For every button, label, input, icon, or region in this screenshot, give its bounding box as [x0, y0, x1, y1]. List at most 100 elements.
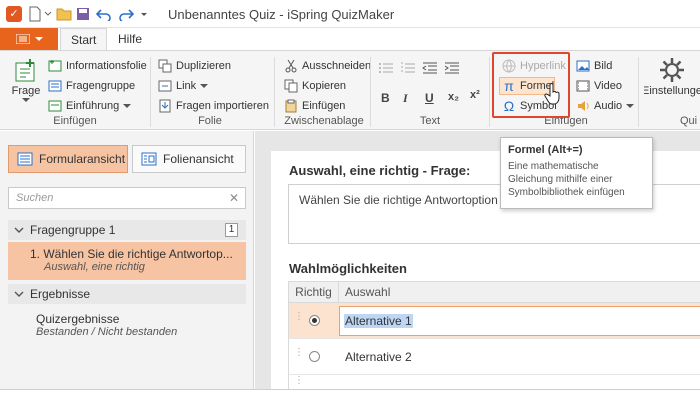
bold-button[interactable]: B	[381, 91, 390, 105]
correct-cell: ⋮	[289, 375, 339, 389]
formula-tooltip: Formel (Alt+=) Eine mathematische Gleich…	[500, 137, 653, 209]
tree-group-label: Fragengruppe 1	[30, 223, 116, 237]
choices-header: Wahlmöglichkeiten	[289, 261, 407, 276]
tree-group-question-group-1[interactable]: Fragengruppe 1 1	[8, 220, 246, 240]
choice-cell[interactable]	[339, 375, 700, 389]
tab-start[interactable]: Start	[60, 28, 108, 51]
form-view-icon	[17, 152, 33, 166]
save-icon[interactable]	[76, 5, 90, 23]
correct-cell: ⋮	[289, 339, 339, 374]
tooltip-title: Formel (Alt+=)	[508, 144, 583, 156]
window-title: Unbenanntes Quiz - iSpring QuizMaker	[168, 7, 395, 22]
paste-icon	[284, 99, 298, 113]
decrease-indent-icon[interactable]	[422, 61, 437, 75]
drag-handle-icon[interactable]: ⋮	[294, 348, 304, 358]
paste-label: Einfügen	[302, 100, 346, 112]
info-slide-button[interactable]: Informationsfolie	[48, 57, 147, 75]
choice-label: Alternative 1	[344, 313, 413, 328]
clear-search-icon[interactable]: ✕	[229, 188, 239, 208]
info-slide-label: Informationsfolie	[66, 60, 147, 72]
question-1-title: 1. Wählen Sie die richtige Antwortop...	[30, 247, 233, 261]
speaker-icon	[576, 99, 590, 113]
question-group-button[interactable]: Fragengruppe	[48, 77, 135, 95]
subscript-button[interactable]: x₂	[448, 91, 459, 103]
form-view-label: Formularansicht	[39, 152, 126, 166]
video-button[interactable]: Video	[576, 77, 622, 95]
group-label-text: Text	[419, 115, 441, 127]
duplicate-icon	[158, 59, 172, 73]
slide-view-button[interactable]: Folienansicht	[132, 145, 246, 173]
correct-radio[interactable]	[308, 315, 320, 326]
info-slide-icon	[48, 59, 62, 73]
cut-button[interactable]: Ausschneiden	[284, 57, 371, 75]
introduction-button[interactable]: Einführung	[48, 97, 132, 115]
scissors-icon	[284, 59, 298, 73]
link-icon	[158, 79, 172, 93]
question-group-label: Fragengruppe	[66, 80, 136, 92]
group-label-insert: Einfügen	[53, 115, 97, 127]
drag-handle-icon[interactable]: ⋮	[294, 376, 304, 386]
form-view-button[interactable]: Formularansicht	[8, 145, 128, 173]
copy-button[interactable]: Kopieren	[284, 77, 346, 95]
choice-edit-field[interactable]: Alternative 1	[339, 305, 700, 336]
correct-radio[interactable]	[308, 351, 320, 362]
question-button[interactable]: Frage	[8, 57, 44, 103]
link-button[interactable]: Link	[158, 77, 209, 95]
italic-button[interactable]: I	[403, 91, 408, 106]
link-label: Link	[176, 80, 197, 92]
question-text: Wählen Sie die richtige Antwortoption	[299, 193, 498, 207]
gear-icon	[660, 58, 684, 82]
question-group-icon	[48, 79, 62, 93]
question-count-badge: 1	[225, 223, 238, 237]
chevron-down-icon	[14, 227, 24, 233]
question-1-type: Auswahl, eine richtig	[44, 261, 145, 273]
copy-label: Kopieren	[302, 80, 347, 92]
search-placeholder: Suchen	[16, 192, 54, 204]
audio-button[interactable]: Audio	[576, 97, 635, 115]
underline-button[interactable]: U	[425, 91, 434, 105]
import-questions-button[interactable]: Fragen importieren	[158, 97, 269, 115]
choice-cell[interactable]: Alternative 2	[339, 339, 700, 374]
new-file-icon[interactable]	[28, 5, 42, 23]
file-menu-button[interactable]	[0, 28, 58, 50]
redo-icon[interactable]	[118, 5, 134, 23]
table-row[interactable]: ⋮ Alternative 1	[288, 303, 700, 339]
ribbon-separator	[489, 57, 490, 127]
superscript-button[interactable]: x²	[470, 89, 480, 101]
duplicate-button[interactable]: Duplizieren	[158, 57, 231, 75]
paste-button[interactable]: Einfügen	[284, 97, 345, 115]
numbered-list-icon[interactable]	[400, 61, 415, 75]
tree-item-question-1[interactable]: 1. Wählen Sie die richtige Antwortop... …	[8, 242, 246, 280]
ribbon-tabs: Start Hilfe	[0, 28, 700, 51]
chevron-down-icon	[34, 37, 43, 41]
settings-button[interactable]: Einstellunge	[644, 55, 700, 97]
introduction-icon	[48, 99, 62, 113]
increase-indent-icon[interactable]	[444, 61, 459, 75]
question-icon	[15, 59, 35, 82]
image-button[interactable]: Bild	[576, 57, 612, 75]
table-row[interactable]: ⋮	[288, 375, 700, 389]
bullet-list-icon[interactable]	[378, 61, 393, 75]
tree-item-quiz-results[interactable]: Quizergebnisse Bestanden / Nicht bestand…	[8, 312, 246, 338]
tab-help[interactable]: Hilfe	[108, 28, 152, 50]
group-label-quiz: Qui	[680, 115, 698, 127]
chevron-down-icon[interactable]	[44, 5, 52, 23]
column-header-correct: Richtig	[289, 282, 339, 302]
tree-group-results[interactable]: Ergebnisse	[8, 284, 246, 304]
column-header-choice: Auswahl	[345, 285, 391, 299]
chevron-down-icon	[200, 84, 209, 88]
quiz-results-sub: Bestanden / Nicht bestanden	[36, 326, 178, 338]
table-row[interactable]: ⋮ Alternative 2	[288, 339, 700, 375]
video-icon	[576, 79, 590, 93]
open-folder-icon[interactable]	[56, 5, 72, 23]
customize-toolbar-icon[interactable]	[139, 5, 149, 23]
import-questions-label: Fragen importieren	[176, 100, 269, 112]
slide-view-label: Folienansicht	[163, 152, 234, 166]
import-icon	[158, 99, 172, 113]
search-input[interactable]: Suchen ✕	[8, 187, 246, 209]
app-logo-icon: ✓	[6, 6, 22, 22]
app-window: ✓ Unbenanntes Quiz - iSpring QuizMaker S…	[0, 0, 700, 390]
tooltip-body: Eine mathematische Gleichung mithilfe ei…	[508, 161, 625, 198]
undo-icon[interactable]	[96, 5, 112, 23]
drag-handle-icon[interactable]: ⋮	[294, 312, 304, 322]
